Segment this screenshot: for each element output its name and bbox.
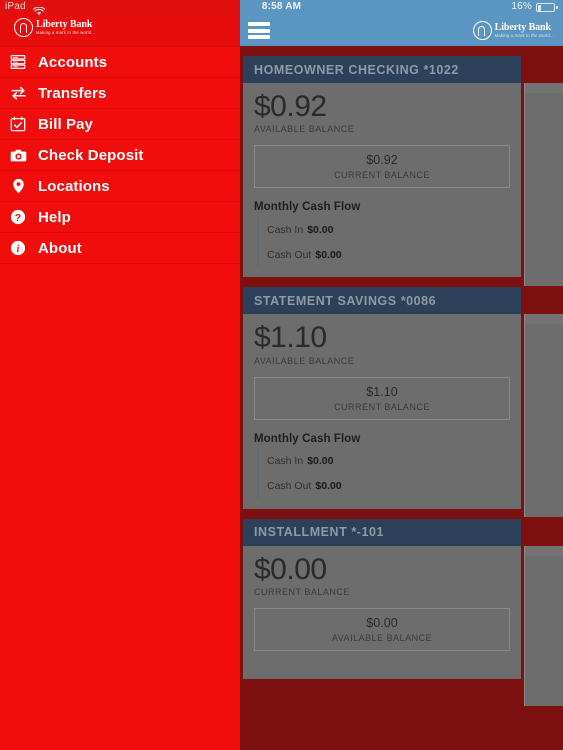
account-card-peek-header	[525, 314, 563, 325]
info-circle-icon: i	[9, 239, 27, 257]
account-card-body: $0.92 AVAILABLE BALANCE $0.92 CURRENT BA…	[243, 83, 521, 277]
account-card-header: INSTALLMENT *-101	[243, 518, 521, 546]
question-circle-icon: ?	[9, 208, 27, 226]
status-bar-battery-percent: 16%	[511, 1, 532, 12]
sidebar-item-label: Bill Pay	[38, 115, 93, 133]
cash-in-label: Cash In	[267, 223, 304, 236]
secondary-balance-box: $0.00 AVAILABLE BALANCE	[254, 608, 510, 652]
brand-name: Liberty Bank	[494, 21, 551, 33]
primary-balance-amount: $0.00	[254, 552, 327, 586]
secondary-balance-box: $1.10 CURRENT BALANCE	[254, 376, 510, 420]
app-header: Liberty Bank Making a mark in the world.…	[240, 14, 563, 46]
cash-flow-axis-line	[257, 448, 259, 499]
account-card-row: INSTALLMENT *-101 $0.00 CURRENT BALANCE …	[243, 518, 563, 706]
sidebar-item-label: Transfers	[38, 84, 107, 102]
secondary-balance-box: $0.92 CURRENT BALANCE	[254, 145, 510, 189]
brand-tagline: Making a mark in the world...	[36, 30, 96, 36]
secondary-balance-label: AVAILABLE BALANCE	[331, 633, 433, 644]
sidebar-item-label: Check Deposit	[38, 146, 144, 164]
cash-in-row: Cash In $0.00	[267, 449, 510, 474]
account-card-homeowner-checking[interactable]: HOMEOWNER CHECKING *1022 $0.92 AVAILABLE…	[243, 56, 521, 278]
sidebar-item-bill-pay[interactable]: Bill Pay	[0, 109, 240, 140]
account-card-peek[interactable]	[524, 545, 563, 706]
account-card-row: HOMEOWNER CHECKING *1022 $0.92 AVAILABLE…	[243, 56, 563, 286]
secondary-balance-label: CURRENT BALANCE	[334, 170, 430, 181]
account-title: STATEMENT SAVINGS *0086	[254, 293, 437, 308]
secondary-balance-amount: $1.10	[366, 384, 398, 399]
sidebar-item-transfers[interactable]: Transfers	[0, 78, 240, 109]
liberty-bank-arch-logo: Liberty Bank Making a mark in the world.…	[14, 18, 95, 37]
account-card-peek[interactable]	[524, 314, 563, 518]
cash-in-row: Cash In $0.00	[267, 217, 510, 242]
app-screen: iPad 8:58 AM 16% Liberty Bank Making a m…	[0, 0, 563, 750]
cash-flow-rows: Cash In $0.00 Cash Out $0.00	[254, 448, 510, 499]
account-card-header: HOMEOWNER CHECKING *1022	[243, 56, 521, 83]
secondary-balance-amount: $0.92	[366, 153, 398, 168]
cash-in-value: $0.00	[307, 455, 334, 468]
arch-mark-icon	[14, 18, 33, 37]
primary-balance-label: CURRENT BALANCE	[254, 587, 350, 598]
account-card-body: $1.10 AVAILABLE BALANCE $1.10 CURRENT BA…	[243, 314, 521, 508]
calendar-check-icon	[9, 115, 27, 133]
brand-tagline: Making a mark in the world...	[494, 33, 554, 39]
sidebar-item-accounts[interactable]: Accounts	[0, 47, 240, 78]
arch-mark-icon	[472, 21, 492, 40]
account-cards-scroll[interactable]: HOMEOWNER CHECKING *1022 $0.92 AVAILABLE…	[240, 46, 563, 706]
camera-icon	[9, 146, 27, 164]
account-title: HOMEOWNER CHECKING *1022	[254, 62, 459, 77]
cash-flow-axis-line	[257, 217, 259, 268]
account-card-peek-header	[525, 83, 563, 93]
account-card-peek-header	[525, 545, 563, 556]
secondary-balance-label: CURRENT BALANCE	[334, 401, 430, 412]
account-card-statement-savings[interactable]: STATEMENT SAVINGS *0086 $1.10 AVAILABLE …	[243, 287, 521, 509]
cash-in-value: $0.00	[307, 223, 334, 236]
account-card-row: STATEMENT SAVINGS *0086 $1.10 AVAILABLE …	[243, 287, 563, 518]
cash-out-label: Cash Out	[267, 480, 312, 493]
cash-out-label: Cash Out	[267, 248, 312, 261]
sidebar-item-locations[interactable]: Locations	[0, 171, 240, 202]
sidebar-menu: Accounts Transfers Bill Pay Check Deposi…	[0, 46, 240, 264]
secondary-balance-amount: $0.00	[366, 616, 398, 631]
cash-in-label: Cash In	[267, 455, 304, 468]
accounts-list-icon	[9, 53, 27, 71]
status-bar: iPad 8:58 AM 16%	[0, 0, 563, 16]
account-card-header: STATEMENT SAVINGS *0086	[243, 287, 521, 315]
cash-out-value: $0.00	[315, 480, 342, 493]
hamburger-menu-icon[interactable]	[248, 22, 270, 39]
cash-out-row: Cash Out $0.00	[267, 242, 510, 267]
status-bar-clock: 8:58 AM	[261, 1, 302, 12]
cash-flow-rows: Cash In $0.00 Cash Out $0.00	[254, 217, 510, 268]
transfer-arrows-icon	[9, 84, 27, 102]
sidebar-item-check-deposit[interactable]: Check Deposit	[0, 140, 240, 171]
sidebar-item-about[interactable]: i About	[0, 233, 240, 264]
cash-out-value: $0.00	[315, 248, 342, 261]
primary-balance-amount: $0.92	[254, 90, 327, 123]
account-card-peek[interactable]	[524, 83, 563, 286]
sidebar-drawer: Liberty Bank Making a mark in the world.…	[0, 14, 240, 750]
account-title: INSTALLMENT *-101	[254, 525, 384, 540]
brand-name: Liberty Bank	[36, 18, 93, 30]
primary-balance-label: AVAILABLE BALANCE	[254, 355, 355, 366]
cash-flow-title: Monthly Cash Flow	[254, 201, 361, 214]
map-pin-icon	[9, 177, 27, 195]
battery-low-icon	[536, 3, 558, 12]
account-card-installment[interactable]: INSTALLMENT *-101 $0.00 CURRENT BALANCE …	[243, 518, 521, 679]
svg-text:i: i	[17, 244, 20, 255]
accounts-content-pane: Liberty Bank Making a mark in the world.…	[240, 14, 563, 750]
sidebar-item-help[interactable]: ? Help	[0, 202, 240, 233]
monthly-cash-flow-section: Monthly Cash Flow Cash In $0.00 Cash Out…	[254, 433, 510, 499]
account-card-body: $0.00 CURRENT BALANCE $0.00 AVAILABLE BA…	[243, 546, 521, 661]
primary-balance-label: AVAILABLE BALANCE	[254, 124, 355, 135]
cash-out-row: Cash Out $0.00	[267, 474, 510, 499]
sidebar-item-label: Accounts	[38, 53, 108, 71]
monthly-cash-flow-section: Monthly Cash Flow Cash In $0.00 Cash Out…	[254, 201, 510, 268]
sidebar-item-label: Locations	[38, 177, 110, 195]
primary-balance-amount: $1.10	[254, 321, 327, 355]
sidebar-item-label: Help	[38, 208, 71, 226]
header-liberty-bank-logo: Liberty Bank Making a mark in the world.…	[472, 21, 554, 40]
cash-flow-title: Monthly Cash Flow	[254, 432, 361, 445]
svg-text:?: ?	[15, 212, 21, 224]
sidebar-item-label: About	[38, 239, 82, 257]
